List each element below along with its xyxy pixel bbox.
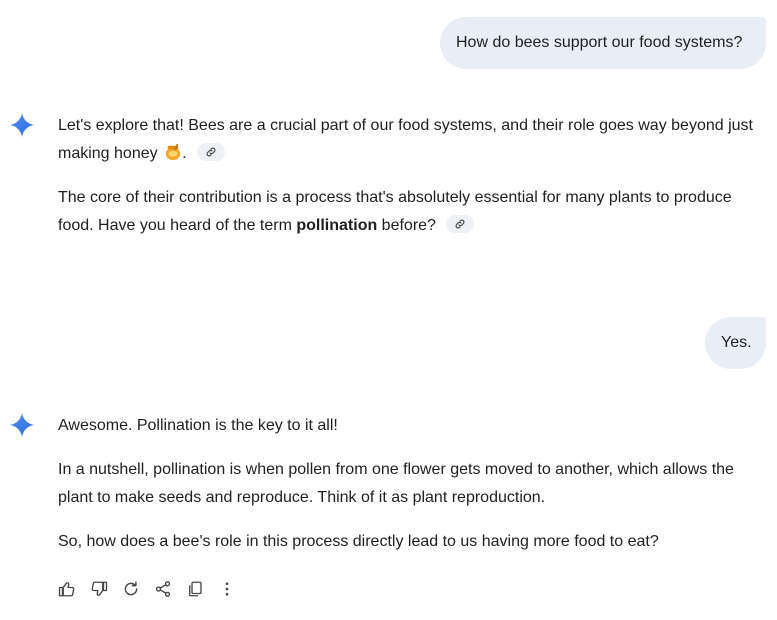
ai-paragraph: So, how does a bee's role in this proces… bbox=[58, 533, 659, 550]
ai-paragraph-text-end: before? bbox=[377, 217, 436, 234]
link-icon bbox=[455, 219, 465, 229]
source-link-chip[interactable] bbox=[446, 215, 475, 233]
more-vert-icon bbox=[225, 582, 229, 596]
bold-term: pollination bbox=[296, 217, 378, 234]
honey-pot-icon bbox=[165, 143, 181, 161]
gemini-spark-icon bbox=[9, 112, 35, 138]
share-icon bbox=[155, 581, 171, 597]
user-message-text: Yes. bbox=[721, 334, 752, 351]
user-message-bubble: Yes. bbox=[705, 317, 766, 369]
copy-button[interactable] bbox=[184, 578, 206, 600]
gemini-spark-icon bbox=[9, 412, 35, 438]
regenerate-icon bbox=[124, 581, 138, 596]
response-action-bar bbox=[56, 576, 248, 602]
ai-paragraph: Awesome. Pollination is the key to it al… bbox=[58, 417, 338, 434]
link-icon bbox=[206, 147, 216, 157]
thumbs-up-button[interactable] bbox=[56, 578, 78, 600]
copy-icon bbox=[189, 581, 202, 597]
ai-paragraph: Let's explore that! Bees are a crucial p… bbox=[58, 112, 763, 168]
thumbs-down-icon bbox=[91, 581, 108, 596]
thumbs-up-icon bbox=[58, 582, 75, 597]
user-message-bubble: How do bees support our food systems? bbox=[440, 17, 766, 69]
ai-paragraph: The core of their contribution is a proc… bbox=[58, 184, 763, 240]
user-message-text: How do bees support our food systems? bbox=[456, 34, 743, 51]
thumbs-down-button[interactable] bbox=[88, 578, 110, 600]
ai-response: Awesome. Pollination is the key to it al… bbox=[58, 412, 763, 556]
source-link-chip[interactable] bbox=[196, 143, 225, 161]
ai-paragraph: In a nutshell, pollination is when polle… bbox=[58, 461, 734, 506]
ai-paragraph-text-end: . bbox=[182, 145, 187, 162]
ai-response: Let's explore that! Bees are a crucial p… bbox=[58, 112, 763, 240]
ai-paragraph-text: Let's explore that! Bees are a crucial p… bbox=[58, 117, 753, 162]
regenerate-button[interactable] bbox=[120, 578, 142, 600]
more-options-button[interactable] bbox=[216, 578, 238, 600]
share-button[interactable] bbox=[152, 578, 174, 600]
